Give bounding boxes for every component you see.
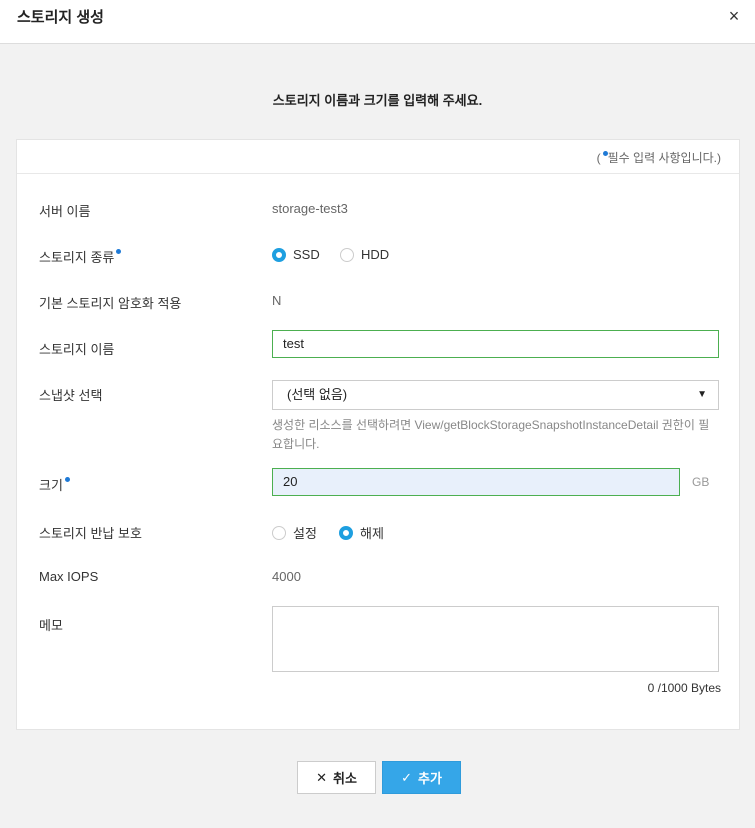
divider [17,173,739,174]
check-icon: ✓ [401,769,412,785]
max-iops-value: 4000 [272,569,301,584]
radio-ssd[interactable]: SSD [272,247,320,262]
server-name-label: 서버 이름 [39,204,91,219]
snapshot-label: 스냅샷 선택 [39,388,103,403]
radio-hdd[interactable]: HDD [340,247,389,262]
required-dot-icon [116,249,122,254]
storage-type-label: 스토리지 종류 [39,247,122,266]
encryption-label: 기본 스토리지 암호화 적용 [39,296,182,311]
snapshot-select[interactable]: (선택 없음) ▼ [272,380,719,410]
server-name-value: storage-test3 [272,201,348,216]
memo-label: 메모 [39,618,63,633]
radio-protection-off[interactable]: 해제 [339,523,384,542]
size-input[interactable]: 20 [272,468,680,496]
memo-byte-counter: 0 /1000 Bytes [647,681,721,695]
close-icon: ✕ [316,769,327,785]
cancel-button[interactable]: ✕ 취소 [297,761,376,794]
size-unit: GB [692,475,710,489]
encryption-value: N [272,293,282,308]
required-dot-icon [64,477,70,482]
radio-selected-icon [339,525,353,540]
snapshot-help-text: 생성한 리소스를 선택하려면 View/getBlockStorageSnaps… [272,418,710,451]
dialog-header: 스토리지 생성 × [0,0,755,44]
caret-down-icon: ▼ [697,389,707,400]
page-subtitle: 스토리지 이름과 크기를 입력해 주세요. [272,93,483,108]
radio-selected-icon [272,247,286,262]
storage-name-label: 스토리지 이름 [39,342,115,357]
close-icon[interactable]: × [725,7,743,25]
radio-unselected-icon [340,247,354,262]
return-protection-label: 스토리지 반납 보호 [39,526,142,541]
required-note: (필수 입력 사항입니다.) [596,151,721,165]
radio-unselected-icon [272,525,286,540]
size-label: 크기 [39,475,70,494]
memo-textarea[interactable] [272,606,719,672]
dialog-title: 스토리지 생성 [17,9,104,26]
storage-name-input[interactable]: test [272,330,719,358]
max-iops-label: Max IOPS [39,569,99,584]
form-card: (필수 입력 사항입니다.) 서버 이름 storage-test3 스토리지 … [16,139,740,730]
add-button[interactable]: ✓ 추가 [382,761,461,794]
radio-protection-on[interactable]: 설정 [272,523,317,542]
